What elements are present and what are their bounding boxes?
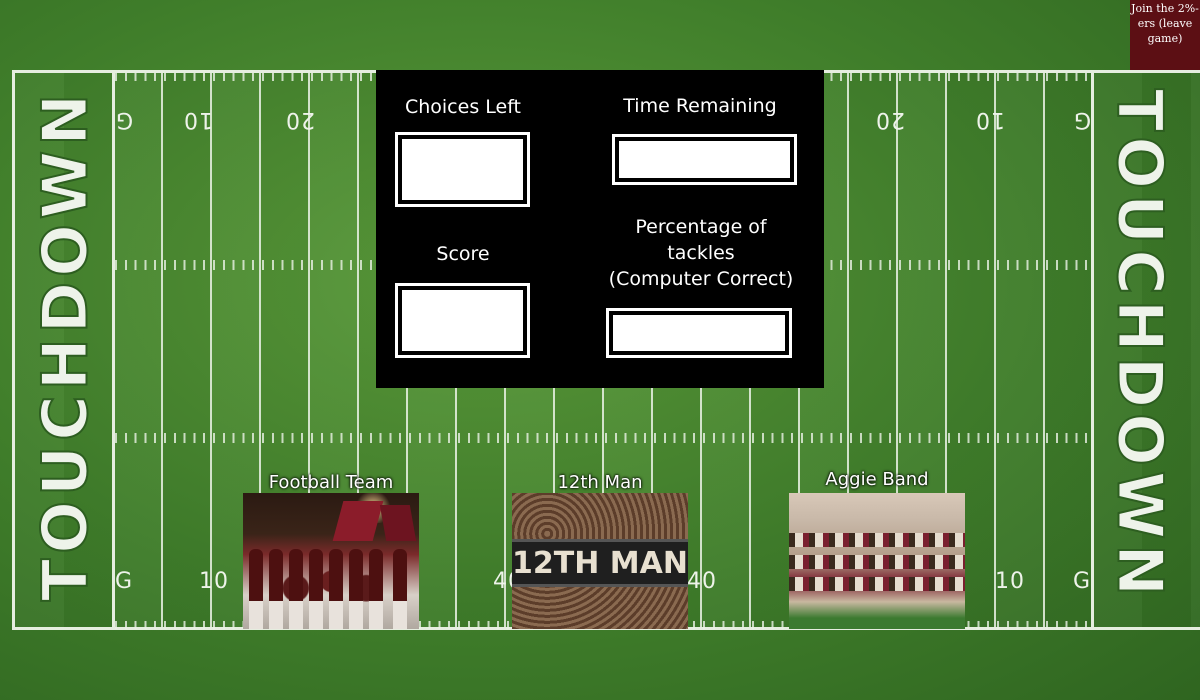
- yard-number-bottom: 10: [199, 569, 229, 594]
- band-row: [789, 555, 965, 569]
- choices-left-label: Choices Left: [404, 96, 522, 118]
- choice-label-aggie-band: Aggie Band: [825, 469, 929, 490]
- yard-number-bottom: G: [115, 569, 134, 594]
- 12th-man-image[interactable]: 12TH MAN: [512, 493, 688, 629]
- yard-number-bottom: 10: [995, 569, 1025, 594]
- pants: [289, 601, 303, 629]
- pants: [329, 601, 343, 629]
- endzone-text-right: TOUCHDOWN: [1103, 88, 1178, 602]
- yard-number-top: 10: [183, 107, 213, 132]
- join-2-percenters-button[interactable]: Join the 2%-ers (leave game): [1130, 0, 1200, 70]
- pants: [369, 601, 383, 629]
- choice-label-12th-man: 12th Man: [557, 472, 643, 493]
- percentage-value: [613, 315, 785, 351]
- football-team-image[interactable]: [243, 493, 419, 629]
- goal-line-left: [112, 73, 115, 627]
- yard-number-bottom: G: [1073, 569, 1092, 594]
- band-row: [789, 533, 965, 547]
- yard-number-top: G: [115, 107, 134, 132]
- flag: [379, 505, 417, 541]
- 12th-man-banner-text: 12TH MAN: [512, 546, 688, 581]
- time-remaining-label: Time Remaining: [623, 95, 777, 117]
- yard-number-top: G: [1073, 107, 1092, 132]
- pants: [309, 601, 323, 629]
- yard-number-bottom: 40: [687, 569, 717, 594]
- band-row: [789, 577, 965, 591]
- goal-line-right: [1091, 73, 1094, 627]
- time-remaining-box: [612, 134, 797, 185]
- yard-line: [210, 73, 212, 627]
- pants: [349, 601, 363, 629]
- 12th-man-banner: 12TH MAN: [512, 539, 688, 587]
- endzone-text-left: TOUCHDOWN: [28, 88, 103, 602]
- yard-number-top: 20: [285, 107, 315, 132]
- percentage-box: [606, 308, 792, 358]
- percentage-label-line3: (Computer Correct): [608, 268, 794, 290]
- choice-label-football-team: Football Team: [268, 472, 394, 493]
- score-value: [402, 290, 523, 351]
- flag: [332, 501, 384, 541]
- score-box: [395, 283, 530, 358]
- percentage-label-line2: tackles: [667, 242, 735, 264]
- hash-row-lower: [115, 433, 1091, 443]
- choices-left-box: [395, 132, 530, 207]
- choices-left-value: [402, 139, 523, 200]
- yard-line: [994, 73, 996, 627]
- pants: [393, 601, 407, 629]
- pants: [249, 601, 263, 629]
- yard-number-top: 10: [975, 107, 1005, 132]
- pants: [269, 601, 283, 629]
- aggie-band-image[interactable]: [789, 493, 965, 629]
- yard-line: [161, 73, 163, 627]
- percentage-label-line1: Percentage of: [635, 216, 767, 238]
- scoreboard: Choices Left Time Remaining Score Percen…: [376, 70, 824, 388]
- score-label: Score: [436, 243, 490, 265]
- yard-line: [1043, 73, 1045, 627]
- time-remaining-value: [619, 141, 790, 178]
- yard-number-top: 20: [875, 107, 905, 132]
